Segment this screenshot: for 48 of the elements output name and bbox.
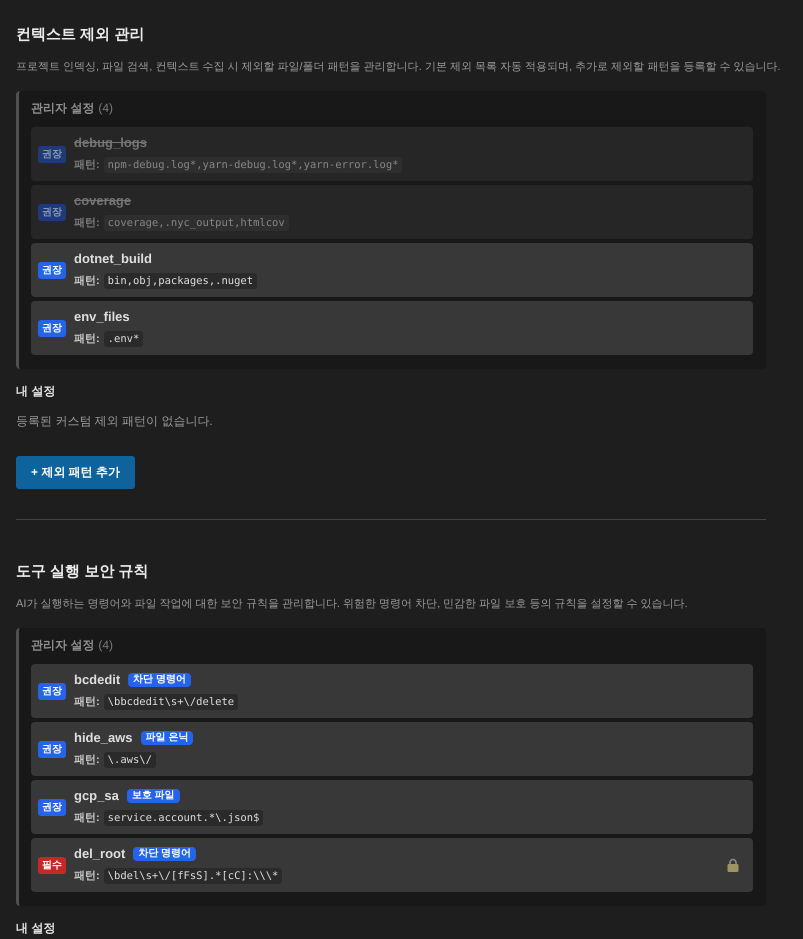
panel-title: 관리자 설정 (31, 637, 94, 653)
rule-name: debug_logs (74, 135, 147, 151)
priority-badge: 권장 (38, 262, 66, 278)
rule-name: coverage (74, 193, 132, 209)
pattern-code: service.account.*\.json$ (104, 810, 264, 826)
pattern-label: 패턴: (74, 158, 100, 172)
rule-name: bcdedit (74, 672, 120, 688)
pattern-label: 패턴: (74, 216, 100, 230)
panel-count: (4) (98, 100, 114, 116)
rule-name: del_root (74, 846, 126, 862)
pattern-code: \bbcdedit\s+\/delete (104, 694, 238, 710)
rule-name: dotnet_build (74, 251, 152, 267)
priority-badge: 권장 (38, 146, 66, 162)
pattern-code: \bdel\s+\/[fFsS].*[cC]:\\\* (104, 868, 282, 884)
category-tag: 파일 은닉 (140, 731, 194, 745)
empty-message: 등록된 커스텀 제외 패턴이 없습니다. (16, 413, 213, 429)
panel-count: (4) (98, 637, 114, 653)
section-description: AI가 실행하는 명령어와 파일 작업에 대한 보안 규칙을 관리합니다. 위험한 명령어 차단, 민감한 파일 보호 등의 규칙을 설정할 수 있습니다. (16, 597, 688, 612)
priority-badge: 권장 (38, 204, 66, 220)
subsection-title: 내 설정 (16, 383, 56, 399)
pattern-label: 패턴: (74, 274, 100, 288)
priority-badge: 권장 (38, 798, 66, 816)
priority-badge: 필수 (38, 856, 66, 874)
pattern-label: 패턴: (74, 868, 100, 882)
add-pattern-button[interactable]: + 제외 패턴 추가 (16, 456, 136, 489)
section-heading: 컨텍스트 제외 관리 (16, 26, 144, 44)
pattern-code: npm-debug.log*,yarn-debug.log*,yarn-error.log* (104, 156, 402, 172)
priority-badge: 권장 (38, 320, 66, 336)
pattern-code: bin,obj,packages,.nuget (104, 272, 258, 288)
pattern-label: 패턴: (74, 752, 100, 766)
category-tag: 보호 파일 (126, 789, 180, 803)
section-heading: 도구 실행 보안 규칙 (16, 563, 149, 581)
rule-name: hide_aws (74, 730, 133, 746)
category-tag: 차단 명령어 (128, 673, 192, 687)
section-description: 프로젝트 인덱싱, 파일 검색, 컨텍스트 수집 시 제외할 파일/폴더 패턴을 관리합니다. 기본 제외 목록 자동 적용되며, 추가로 제외할 패턴을 등록할 수 있습니다. (16, 60, 781, 75)
pattern-label: 패턴: (74, 332, 100, 346)
priority-badge: 권장 (38, 682, 66, 700)
pattern-label: 패턴: (74, 694, 100, 708)
panel-title: 관리자 설정 (31, 100, 94, 116)
pattern-code: coverage,.nyc_output,htmlcov (104, 214, 289, 230)
subsection-title: 내 설정 (16, 920, 56, 936)
rule-name: gcp_sa (74, 788, 119, 804)
priority-badge: 권장 (38, 740, 66, 758)
pattern-code: \.aws\/ (104, 752, 156, 768)
rule-name: env_files (74, 309, 130, 325)
category-tag: 차단 명령어 (133, 847, 196, 861)
pattern-label: 패턴: (74, 810, 100, 824)
pattern-code: .env* (104, 330, 144, 346)
